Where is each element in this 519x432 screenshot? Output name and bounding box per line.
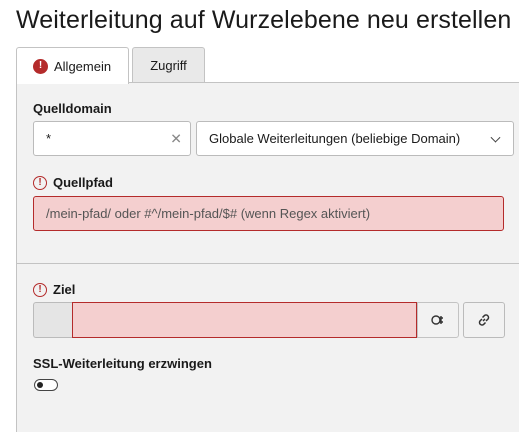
force-ssl-toggle[interactable] <box>34 379 58 391</box>
tab-zugriff[interactable]: Zugriff <box>132 47 205 83</box>
link-browser-button[interactable] <box>417 302 459 338</box>
source-path-label: ! Quellpfad <box>33 175 113 190</box>
target-prefix-addon <box>33 302 73 338</box>
force-ssl-label: SSL-Weiterleitung erzwingen <box>33 356 212 371</box>
page-title: Weiterleitung auf Wurzelebene neu erstel… <box>16 6 512 34</box>
tab-label: Zugriff <box>150 58 187 73</box>
tab-bar: ! Allgemein Zugriff <box>16 47 208 84</box>
exclamation-circle-icon: ! <box>33 175 47 190</box>
tab-label: Allgemein <box>54 58 112 74</box>
link-browser-icon <box>431 315 443 325</box>
link-icon <box>478 314 490 326</box>
source-path-placeholder: /mein-pfad/ oder #^/mein-pfad/$# (wenn R… <box>46 206 371 221</box>
target-label-text: Ziel <box>53 282 76 297</box>
source-domain-label-text: Quelldomain <box>33 101 112 116</box>
link-button[interactable] <box>463 302 505 338</box>
source-path-label-text: Quellpfad <box>53 175 113 190</box>
toggle-knob <box>37 382 43 388</box>
tab-allgemein[interactable]: ! Allgemein <box>16 47 129 84</box>
force-ssl-label-text: SSL-Weiterleitung erzwingen <box>33 356 212 371</box>
target-input[interactable] <box>72 302 417 338</box>
source-domain-label: Quelldomain <box>33 101 112 116</box>
exclamation-circle-icon: ! <box>33 58 48 74</box>
chevron-down-icon <box>490 132 501 143</box>
source-path-input[interactable]: /mein-pfad/ oder #^/mein-pfad/$# (wenn R… <box>33 196 504 231</box>
source-domain-value: * <box>46 131 52 146</box>
exclamation-circle-icon: ! <box>33 282 47 297</box>
close-icon[interactable]: ✕ <box>170 130 182 147</box>
section-divider <box>17 263 519 264</box>
source-domain-input[interactable]: * ✕ <box>33 121 191 156</box>
tab-panel-general: Quelldomain * ✕ Globale Weiterleitungen … <box>16 82 519 432</box>
source-domain-select-value: Globale Weiterleitungen (beliebige Domai… <box>209 131 461 146</box>
target-label: ! Ziel <box>33 282 75 297</box>
source-domain-select[interactable]: Globale Weiterleitungen (beliebige Domai… <box>196 121 514 156</box>
